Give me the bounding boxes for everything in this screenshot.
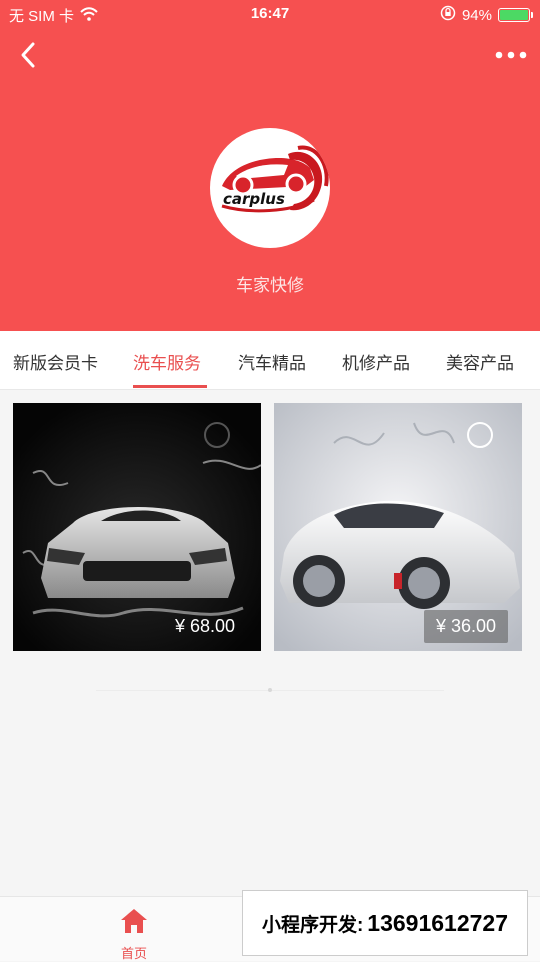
- shop-name: 车家快修: [236, 276, 304, 295]
- developer-contact-banner: 小程序开发: 13691612727: [242, 890, 528, 956]
- nav-home[interactable]: 首页: [104, 907, 164, 961]
- product-card[interactable]: ¥ 68.00: [13, 403, 261, 651]
- battery-percent: 94%: [461, 6, 492, 24]
- tab-beauty-products[interactable]: 美容产品: [446, 349, 514, 374]
- divider-dot: [268, 688, 272, 692]
- battery-icon: [498, 8, 533, 22]
- orientation-lock-icon: [440, 5, 456, 25]
- more-options-icon[interactable]: [494, 44, 528, 66]
- product-card[interactable]: ¥ 36.00: [274, 403, 522, 651]
- logo-text: carplus: [223, 190, 285, 208]
- overlay-label: 小程序开发:: [261, 914, 364, 936]
- tab-car-accessories[interactable]: 汽车精品: [238, 349, 306, 374]
- tab-new-membership-card[interactable]: 新版会员卡: [13, 349, 98, 374]
- shop-header: carplus 车家快修: [0, 0, 540, 331]
- overlay-phone: 13691612727: [367, 909, 509, 936]
- status-bar: 无 SIM 卡 16:47 94%: [0, 0, 540, 30]
- active-tab-indicator: [133, 385, 207, 388]
- tab-car-wash-service[interactable]: 洗车服务: [133, 349, 201, 374]
- category-tabs: 新版会员卡 洗车服务 汽车精品 机修产品 美容产品: [0, 331, 540, 390]
- home-icon: [121, 909, 147, 933]
- back-icon[interactable]: [14, 40, 44, 70]
- shop-logo: carplus: [210, 128, 330, 248]
- nav-home-label: 首页: [120, 946, 147, 961]
- price-label: ¥ 36.00: [423, 610, 508, 643]
- price-label: ¥ 68.00: [174, 616, 235, 636]
- tab-repair-products[interactable]: 机修产品: [342, 349, 410, 374]
